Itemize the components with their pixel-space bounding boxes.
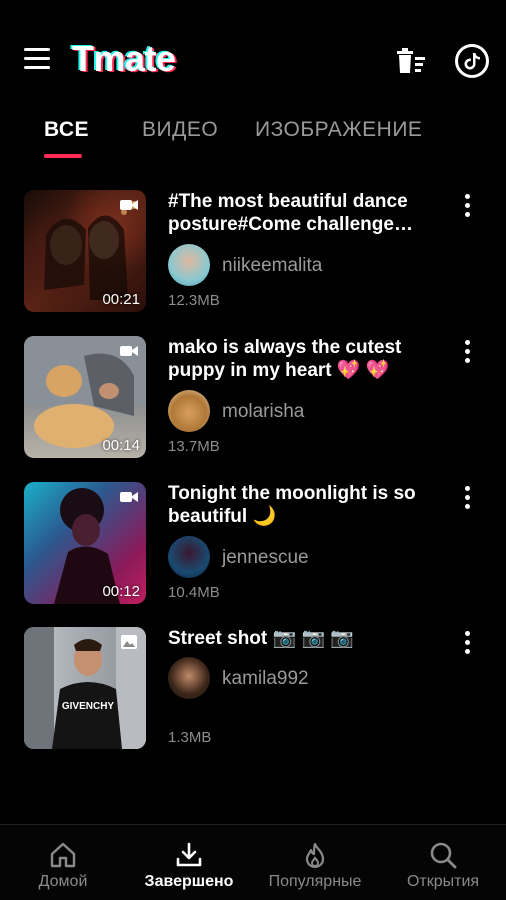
list-item[interactable]: 00:14 mako is always the cutest puppy in…: [0, 336, 506, 466]
video-camera-icon: [120, 346, 138, 356]
tab-all[interactable]: ВСЕ: [44, 118, 89, 142]
video-duration: 00:12: [102, 583, 140, 600]
author-name: kamila992: [222, 668, 309, 689]
filter-tabs: ВСЕ ВИДЕО ИЗОБРАЖЕНИЕ: [0, 118, 506, 168]
bottom-navigation: Домой Завершено Популярные Открытия: [0, 824, 506, 900]
list-item[interactable]: 00:21 #The most beautiful dance posture#…: [0, 190, 506, 320]
active-tab-indicator: [44, 154, 82, 158]
search-icon: [430, 842, 457, 869]
video-thumbnail[interactable]: 00:12: [24, 482, 146, 604]
avatar: [168, 657, 210, 699]
image-thumbnail[interactable]: GIVENCHY: [24, 627, 146, 749]
nav-label: Открытия: [406, 873, 480, 890]
more-options-icon[interactable]: [460, 340, 474, 366]
author-name: jennescue: [222, 547, 309, 568]
file-size: 1.3MB: [168, 729, 212, 746]
thumb-shirt-text: GIVENCHY: [62, 701, 115, 712]
file-size: 12.3MB: [168, 292, 220, 309]
nav-discover[interactable]: Открытия: [380, 825, 506, 900]
video-duration: 00:21: [102, 291, 140, 308]
nav-completed[interactable]: Завершено: [126, 825, 252, 900]
item-title: #The most beautiful dance posture#Come c…: [168, 191, 413, 235]
tiktok-icon[interactable]: [455, 44, 489, 78]
list-item[interactable]: GIVENCHY Street shot 📷 📷 📷 kamila992 1.3…: [0, 627, 506, 757]
video-thumbnail[interactable]: 00:21: [24, 190, 146, 312]
tab-image[interactable]: ИЗОБРАЖЕНИЕ: [255, 118, 422, 142]
more-options-icon[interactable]: [460, 631, 474, 657]
item-title: Street shot 📷 📷 📷: [168, 628, 355, 649]
nav-label: Домой: [38, 873, 88, 890]
author-name: molarisha: [222, 401, 305, 422]
author-name: niikeemalita: [222, 255, 323, 276]
avatar: [168, 390, 210, 432]
app-title: Tmate: [72, 38, 176, 79]
avatar: [168, 244, 210, 286]
nav-label: Популярные: [268, 873, 362, 890]
nav-label: Завершено: [144, 873, 234, 890]
video-camera-icon: [120, 200, 138, 210]
nav-home[interactable]: Домой: [0, 825, 126, 900]
nav-popular[interactable]: Популярные: [252, 825, 378, 900]
item-title: mako is always the cutest puppy in my he…: [168, 337, 402, 381]
flame-icon: [305, 842, 325, 869]
tab-video[interactable]: ВИДЕО: [142, 118, 218, 142]
video-camera-icon: [120, 492, 138, 502]
item-title: Tonight the moonlight is so beautiful 🌙: [168, 483, 416, 527]
avatar: [168, 536, 210, 578]
app-header: Tmate: [0, 0, 506, 110]
download-icon: [176, 842, 202, 867]
file-size: 13.7MB: [168, 438, 220, 455]
list-item[interactable]: 00:12 Tonight the moonlight is so beauti…: [0, 482, 506, 612]
home-icon: [50, 842, 76, 868]
more-options-icon[interactable]: [460, 194, 474, 220]
menu-icon[interactable]: [24, 48, 54, 74]
delete-list-icon[interactable]: [394, 44, 428, 78]
image-icon: [121, 635, 137, 649]
video-thumbnail[interactable]: 00:14: [24, 336, 146, 458]
more-options-icon[interactable]: [460, 486, 474, 512]
video-duration: 00:14: [102, 437, 140, 454]
file-size: 10.4MB: [168, 584, 220, 601]
